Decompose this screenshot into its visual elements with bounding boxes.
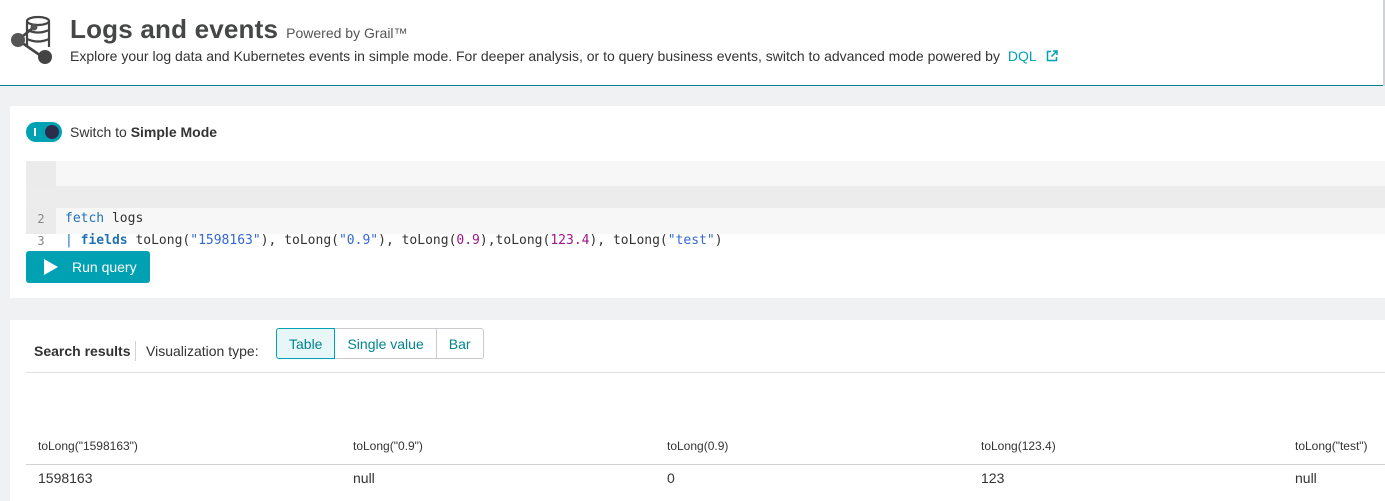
toggle-label: Switch to Simple Mode bbox=[70, 124, 217, 140]
table-cell: 0 bbox=[667, 470, 675, 486]
dql-query-editor[interactable]: 1 fetch logs 2 | fields toLong("1598163"… bbox=[26, 161, 1385, 270]
toggle-label-prefix: Switch to bbox=[70, 124, 127, 140]
page-subtitle: Explore your log data and Kubernetes eve… bbox=[70, 48, 1058, 64]
divider bbox=[135, 341, 136, 361]
code-text: | fields toLong("1598163"), toLong("0.9"… bbox=[65, 233, 723, 248]
dql-link[interactable]: DQL bbox=[1008, 48, 1036, 64]
editor-line-1[interactable]: 1 fetch logs bbox=[26, 164, 1385, 226]
toggle-knob bbox=[45, 125, 59, 139]
table-cell: null bbox=[353, 470, 375, 486]
column-header[interactable]: toLong("1598163") bbox=[38, 439, 138, 453]
page-header: Logs and events Powered by Grail™ Explor… bbox=[0, 0, 1385, 86]
table-cell: 123 bbox=[981, 470, 1005, 486]
column-header[interactable]: toLong(0.9) bbox=[667, 439, 728, 453]
mode-toggle-row: Switch to Simple Mode bbox=[26, 122, 217, 142]
play-icon bbox=[44, 259, 58, 275]
query-panel: Switch to Simple Mode 1 fetch logs 2 | f… bbox=[10, 106, 1385, 298]
table-cell: null bbox=[1295, 470, 1317, 486]
visualization-type-label: Visualization type: bbox=[146, 343, 259, 359]
external-link-icon[interactable] bbox=[1046, 50, 1058, 62]
powered-by-label: Powered by Grail™ bbox=[286, 25, 408, 41]
search-results-title: Search results bbox=[34, 343, 131, 359]
results-panel: Search results Visualization type: Table… bbox=[10, 320, 1385, 501]
column-header[interactable]: toLong("0.9") bbox=[353, 439, 423, 453]
table-row[interactable]: 1598163 null 0 123 null bbox=[26, 465, 1385, 497]
viz-table-button[interactable]: Table bbox=[276, 328, 336, 359]
toggle-on-mark bbox=[34, 128, 36, 136]
results-table-header: toLong("1598163") toLong("0.9") toLong(0… bbox=[26, 431, 1385, 465]
results-toolbar: Search results Visualization type: Table… bbox=[26, 328, 1385, 373]
subtitle-text: Explore your log data and Kubernetes eve… bbox=[70, 48, 1000, 64]
run-query-button[interactable]: Run query bbox=[26, 251, 150, 283]
line-number: 3 bbox=[37, 234, 45, 248]
column-header[interactable]: toLong("test") bbox=[1295, 439, 1368, 453]
viz-single-value-button[interactable]: Single value bbox=[335, 328, 437, 359]
editor-line-3[interactable]: 3 | limit 1 bbox=[26, 208, 1385, 270]
simple-mode-toggle[interactable] bbox=[26, 122, 62, 142]
run-query-label: Run query bbox=[72, 259, 137, 275]
toggle-label-mode: Simple Mode bbox=[130, 124, 218, 140]
visualization-type-selector: Table Single value Bar bbox=[276, 328, 484, 359]
editor-line-2[interactable]: 2 | fields toLong("1598163"), toLong("0.… bbox=[26, 186, 1385, 248]
page-title: Logs and events bbox=[70, 14, 279, 44]
column-header[interactable]: toLong(123.4) bbox=[981, 439, 1056, 453]
viz-bar-button[interactable]: Bar bbox=[436, 328, 484, 359]
table-cell: 1598163 bbox=[38, 470, 93, 486]
logs-app-icon bbox=[11, 15, 52, 64]
